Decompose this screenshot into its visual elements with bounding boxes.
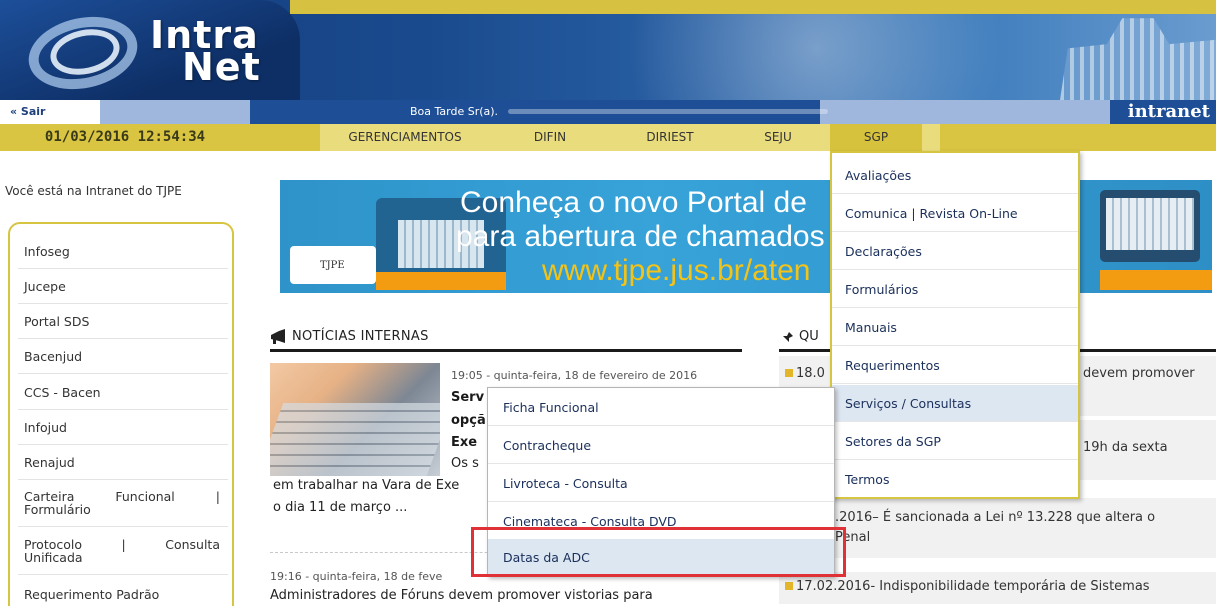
menu-item-comunica[interactable]: Comunica | Revista On-Line <box>832 195 1078 232</box>
sidebar-divider <box>18 373 228 374</box>
logo-text-net: Net <box>182 45 261 89</box>
promo-url: www.tjpe.jus.br/aten <box>542 254 811 287</box>
highlight-box <box>471 527 846 577</box>
seal-text: TJPE <box>320 260 345 271</box>
internal-news-header: NOTÍCIAS INTERNAS <box>270 326 742 352</box>
sidebar-item-renajud[interactable]: Renajud <box>24 455 220 470</box>
news-date: 18.0 <box>796 366 825 381</box>
nav-item-diriest[interactable]: DIRIEST <box>630 124 710 151</box>
sidebar-item-requerimento-padrao[interactable]: Requerimento Padrão <box>24 587 220 602</box>
sidebar-divider <box>18 526 228 527</box>
menu-item-formularios[interactable]: Formulários <box>832 271 1078 308</box>
sidebar-item-protocolo-unificada[interactable]: Protocolo | Consulta Unificada <box>24 538 220 564</box>
menu-item-servicos-consultas[interactable]: Serviços / Consultas <box>832 385 1078 422</box>
section-title: QU <box>799 329 819 344</box>
news-title: - Indisponibilidade temporária de Sistem… <box>870 579 1150 594</box>
banner-glow <box>480 14 1040 100</box>
header-banner: Intra Net <box>0 0 1216 100</box>
quick-news-item[interactable]: 17.02.2016- Indisponibilidade temporária… <box>779 572 1216 606</box>
bullet-icon <box>785 582 793 590</box>
logout-link[interactable]: « Sair <box>10 105 45 118</box>
sidebar-item-bacenjud[interactable]: Bacenjud <box>24 349 220 364</box>
nav-item-seju[interactable]: SEJU <box>748 124 808 151</box>
news-date: 19:16 - quinta-feira, 18 de feve <box>270 570 443 583</box>
location-text: Você está na Intranet do TJPE <box>5 184 182 198</box>
sidebar-item-label: | <box>121 537 126 552</box>
news-date: .2016 <box>835 510 873 525</box>
sidebar-divider <box>18 479 228 480</box>
promo-headline-2: para abertura de chamados <box>456 220 825 253</box>
news-title[interactable]: Serv <box>451 389 484 407</box>
news-date: 19:05 - quinta-feira, 18 de fevereiro de… <box>451 369 698 382</box>
sidebar-divider <box>18 444 228 445</box>
sidebar-item-portal-sds[interactable]: Portal SDS <box>24 314 220 329</box>
news-title: – É sancionada a Lei nº 13.228 que alter… <box>872 510 1156 525</box>
sidebar-item-carteira-funcional[interactable]: Carteira Funcional | Formulário <box>24 490 220 516</box>
nav-item-sgp[interactable]: SGP <box>830 124 922 151</box>
news-title: devem promover <box>1083 366 1195 381</box>
sleeve-illustration-right <box>1100 270 1212 290</box>
menu-item-requerimentos[interactable]: Requerimentos <box>832 347 1078 384</box>
menu-item-termos[interactable]: Termos <box>832 461 1078 498</box>
pin-icon <box>781 332 793 344</box>
news-summary: Os s <box>451 456 479 471</box>
sidebar-divider <box>18 338 228 339</box>
greeting-text: Boa Tarde Sr(a). <box>410 105 499 118</box>
menu-item-manuais[interactable]: Manuais <box>832 309 1078 346</box>
sidebar-item-label: Formulário <box>24 502 91 517</box>
sgp-dropdown-menu: Avaliações Comunica | Revista On-Line De… <box>830 151 1080 499</box>
sidebar-divider <box>18 303 228 304</box>
submenu-item-contracheque[interactable]: Contracheque <box>488 427 834 464</box>
sidebar-item-label: Unificada <box>24 550 83 565</box>
sidebar-item-label: Consulta <box>165 537 220 552</box>
menu-item-setores-sgp[interactable]: Setores da SGP <box>832 423 1078 460</box>
datetime-clock: 01/03/2016 12:54:34 <box>44 129 206 145</box>
news-date: 17.02.2016 <box>796 579 871 594</box>
sidebar-item-infoseg[interactable]: Infoseg <box>24 244 220 259</box>
news-title[interactable]: Administradores de Fóruns devem promover… <box>270 588 653 603</box>
sidebar-links: Infoseg Jucepe Portal SDS Bacenjud CCS -… <box>8 222 234 606</box>
laptop-keyboard-image <box>270 403 440 476</box>
redacted-user-name <box>508 109 828 114</box>
nav-item-gerenciamentos[interactable]: GERENCIAMENTOS <box>330 124 480 151</box>
sidebar-item-jucepe[interactable]: Jucepe <box>24 279 220 294</box>
promo-headline-1: Conheça o novo Portal de <box>460 186 807 219</box>
news-title: 19h da sexta <box>1083 440 1168 455</box>
sidebar-item-label: Funcional <box>115 489 175 504</box>
keyboard-illustration-right <box>1106 198 1194 250</box>
sidebar-item-label: | <box>215 489 220 504</box>
news-thumbnail[interactable] <box>270 363 440 476</box>
main-nav: 01/03/2016 12:54:34 GERENCIAMENTOS DIFIN… <box>0 124 1216 151</box>
banner-gold-strip <box>290 0 1216 14</box>
nav-item-difin[interactable]: DIFIN <box>520 124 580 151</box>
sleeve-illustration <box>376 272 506 290</box>
sidebar-item-ccs-bacen[interactable]: CCS - Bacen <box>24 385 220 400</box>
submenu-item-ficha-funcional[interactable]: Ficha Funcional <box>488 389 834 426</box>
news-summary: o dia 11 de março ... <box>273 500 408 515</box>
user-bar: « Sair Boa Tarde Sr(a). intranet <box>0 100 1216 124</box>
intranet-brand: intranet <box>1123 101 1214 123</box>
megaphone-icon <box>271 329 285 344</box>
menu-item-declaracoes[interactable]: Declarações <box>832 233 1078 270</box>
submenu-item-livroteca[interactable]: Livroteca - Consulta <box>488 465 834 502</box>
sidebar-divider <box>18 268 228 269</box>
sidebar-item-infojud[interactable]: Infojud <box>24 420 220 435</box>
section-title: NOTÍCIAS INTERNAS <box>292 329 429 344</box>
news-title[interactable]: Exe <box>451 435 477 450</box>
sidebar-divider <box>18 409 228 410</box>
building-illustration <box>1060 18 1216 100</box>
bullet-icon <box>785 369 793 377</box>
news-summary: em trabalhar na Vara de Exe <box>273 478 460 493</box>
news-title[interactable]: opçã <box>451 413 486 428</box>
sidebar-divider <box>18 574 228 575</box>
menu-item-avaliacoes[interactable]: Avaliações <box>832 157 1078 194</box>
